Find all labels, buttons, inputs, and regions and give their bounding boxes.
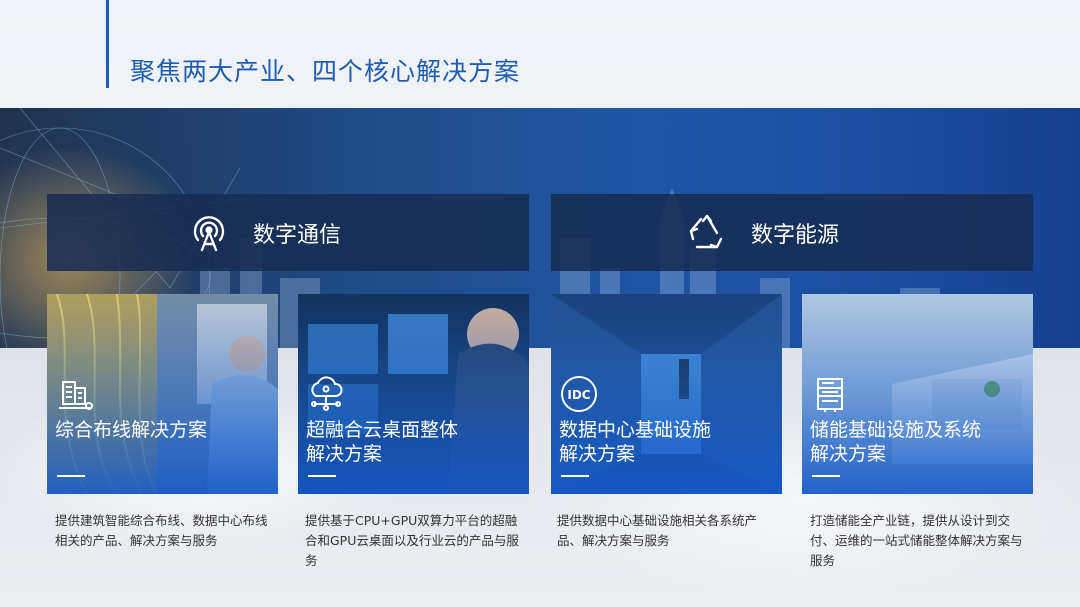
category-label: 数字能源 <box>751 222 840 248</box>
card-divider <box>57 475 85 477</box>
card-title: 综合布线解决方案 <box>55 419 208 441</box>
card-divider <box>561 475 589 477</box>
category-digital-communication[interactable]: 数字通信 <box>47 194 529 271</box>
card-energy-storage-solution[interactable]: 储能基础设施及系统 解决方案 <box>802 294 1033 494</box>
card-datacenter-solution[interactable]: IDC 数据中心基础设施 解决方案 <box>551 294 782 494</box>
card-description: 提供建筑智能综合布线、数据中心布线相关的产品、解决方案与服务 <box>55 513 268 548</box>
category-digital-energy[interactable]: 数字能源 <box>551 194 1033 271</box>
card-description: 打造储能全产业链，提供从设计到交付、运维的一站式储能整体解决方案与服务 <box>810 513 1023 568</box>
card-divider <box>812 475 840 477</box>
card-hci-desktop-solution[interactable]: 超融合云桌面整体 解决方案 <box>298 294 529 494</box>
building-cabling-icon <box>59 381 93 410</box>
title-accent-bar <box>106 0 109 88</box>
card-description: 提供基于CPU+GPU双算力平台的超融合和GPU云桌面以及行业云的产品与服务 <box>305 513 519 568</box>
card-cabling-solution[interactable]: 综合布线解决方案 <box>47 294 278 494</box>
card-title: 储能基础设施及系统 解决方案 <box>810 419 982 465</box>
card-title: 超融合云桌面整体 解决方案 <box>306 419 459 465</box>
antenna-signal-icon <box>193 215 225 251</box>
recycle-icon <box>689 214 723 248</box>
card-divider <box>308 475 336 477</box>
energy-storage-cabinet-icon <box>817 378 843 412</box>
card-title: 数据中心基础设施 解决方案 <box>559 419 712 465</box>
svg-text:IDC: IDC <box>567 388 590 402</box>
cloud-network-icon <box>311 376 343 411</box>
idc-icon: IDC <box>561 376 597 412</box>
page-title: 聚焦两大产业、四个核心解决方案 <box>130 57 521 86</box>
category-label: 数字通信 <box>253 222 342 248</box>
card-description: 提供数据中心基础设施相关各系统产品、解决方案与服务 <box>557 513 758 548</box>
